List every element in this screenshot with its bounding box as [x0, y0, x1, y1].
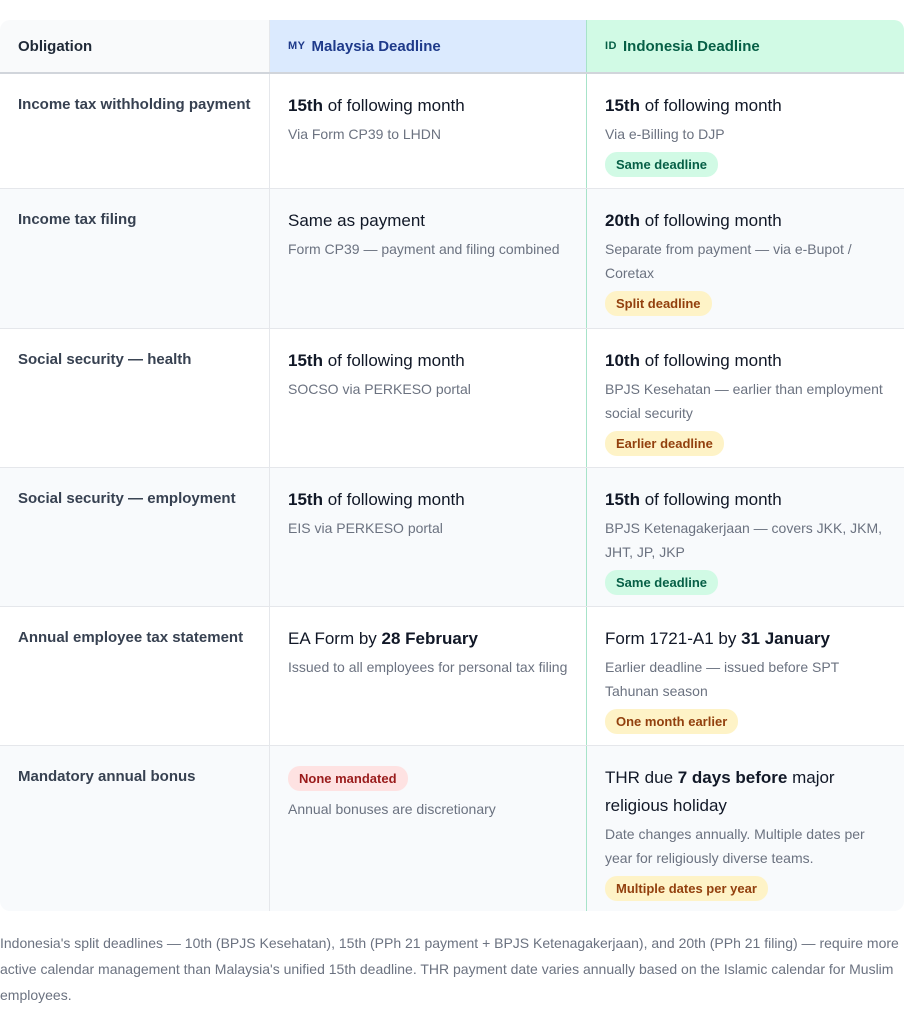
indonesia-detail: BPJS Kesehatan — earlier than employment…	[605, 381, 883, 421]
malaysia-deadline: 15th of following month	[288, 351, 465, 370]
obligation-label: Mandatory annual bonus	[18, 768, 196, 785]
malaysia-detail: SOCSO via PERKESO portal	[288, 381, 471, 397]
indonesia-detail: Separate from payment — via e-Bupot / Co…	[605, 241, 852, 281]
indonesia-deadline: 20th of following month	[605, 211, 782, 230]
footnote: Indonesia's split deadlines — 10th (BPJS…	[0, 935, 899, 1003]
header-obligation: Obligation	[0, 20, 270, 72]
table-row: Social security — employment 15th of fol…	[0, 468, 904, 607]
table-row: Income tax withholding payment 15th of f…	[0, 74, 904, 189]
indonesia-deadline: 15th of following month	[605, 490, 782, 509]
indonesia-deadline: 15th of following month	[605, 96, 782, 115]
malaysia-detail: Annual bonuses are discretionary	[288, 801, 496, 817]
indonesia-flag-icon: ID	[605, 40, 617, 52]
table-header: Obligation MY Malaysia Deadline ID Indon…	[0, 20, 904, 74]
malaysia-deadline: 15th of following month	[288, 96, 465, 115]
malaysia-detail: Via Form CP39 to LHDN	[288, 126, 442, 142]
indonesia-detail: Date changes annually. Multiple dates pe…	[605, 826, 865, 866]
indonesia-detail: BPJS Ketenagakerjaan — covers JKK, JKM, …	[605, 520, 883, 560]
status-badge: Same deadline	[605, 570, 719, 595]
table-row: Mandatory annual bonus None mandated Ann…	[0, 746, 904, 911]
header-malaysia: MY Malaysia Deadline	[270, 20, 587, 72]
table-row: Annual employee tax statement EA Form by…	[0, 607, 904, 746]
malaysia-deadline: Same as payment	[288, 211, 426, 230]
status-badge: One month earlier	[605, 709, 739, 734]
malaysia-flag-icon: MY	[288, 40, 306, 52]
malaysia-deadline: EA Form by 28 February	[288, 629, 478, 648]
indonesia-detail: Earlier deadline — issued before SPT Tah…	[605, 659, 839, 699]
obligation-label: Income tax filing	[18, 211, 137, 228]
header-indonesia-label: Indonesia Deadline	[623, 37, 760, 55]
status-badge: Earlier deadline	[605, 431, 724, 456]
obligation-label: Social security — employment	[18, 490, 236, 507]
malaysia-deadline: 15th of following month	[288, 490, 465, 509]
header-indonesia: ID Indonesia Deadline	[587, 20, 904, 72]
indonesia-deadline: Form 1721-A1 by 31 January	[605, 629, 830, 648]
indonesia-deadline: 10th of following month	[605, 351, 782, 370]
malaysia-detail: Form CP39 — payment and filing combined	[288, 241, 560, 257]
status-badge: Split deadline	[605, 291, 712, 316]
indonesia-detail: Via e-Billing to DJP	[605, 126, 725, 142]
obligation-label: Income tax withholding payment	[18, 96, 251, 113]
malaysia-detail: Issued to all employees for personal tax…	[288, 659, 568, 675]
deadline-comparison-table: Obligation MY Malaysia Deadline ID Indon…	[0, 20, 904, 911]
table-row: Income tax filing Same as payment Form C…	[0, 189, 904, 329]
table-row: Social security — health 15th of followi…	[0, 329, 904, 468]
status-badge: None mandated	[288, 766, 408, 791]
status-badge: Same deadline	[605, 152, 719, 177]
status-badge: Multiple dates per year	[605, 876, 768, 901]
malaysia-detail: EIS via PERKESO portal	[288, 520, 443, 536]
obligation-label: Annual employee tax statement	[18, 629, 244, 646]
page: Obligation MY Malaysia Deadline ID Indon…	[0, 0, 905, 1024]
indonesia-deadline: THR due 7 days before major religious ho…	[605, 768, 835, 815]
header-malaysia-label: Malaysia Deadline	[311, 37, 441, 55]
obligation-label: Social security — health	[18, 351, 192, 368]
